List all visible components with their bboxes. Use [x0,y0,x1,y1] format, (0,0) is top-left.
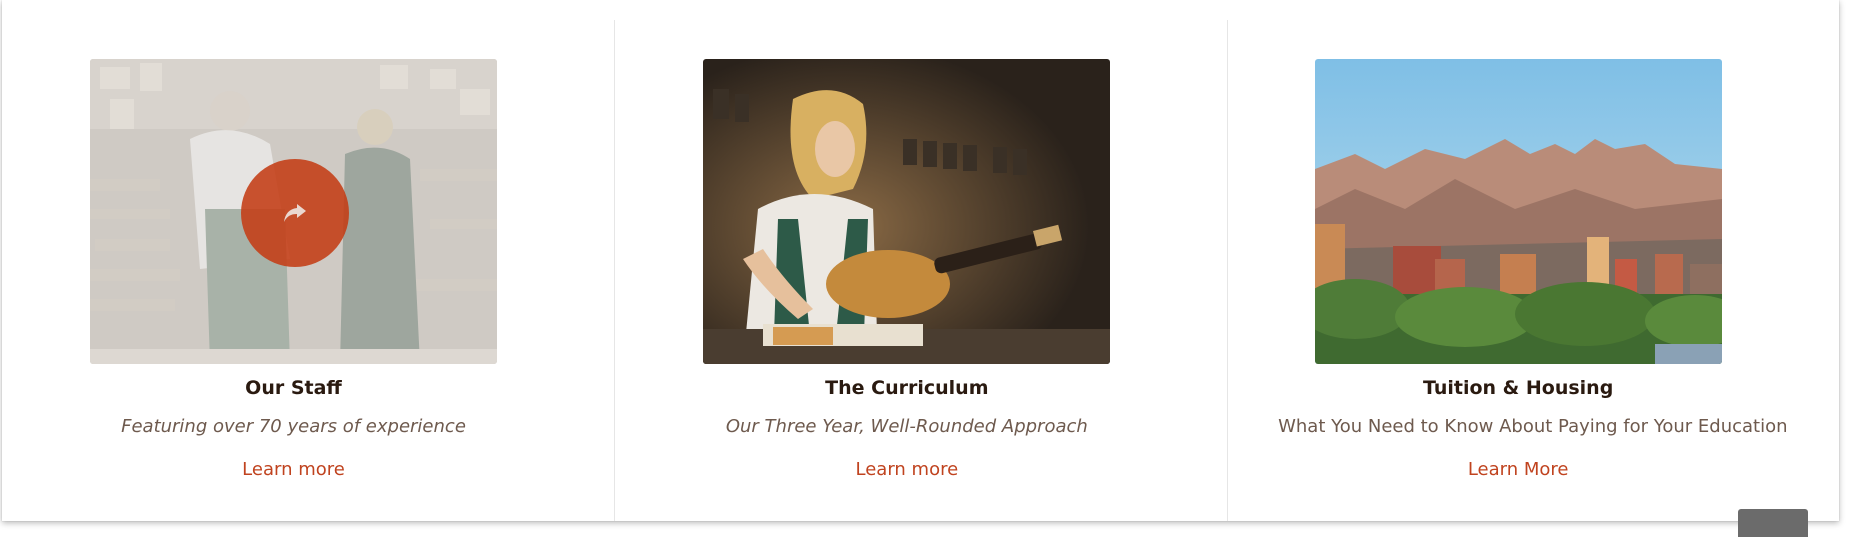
card-our-staff: Our Staff Featuring over 70 years of exp… [2,0,614,521]
staff-photo[interactable] [90,59,497,364]
card-title: The Curriculum [825,377,989,399]
staff-share-button[interactable] [241,159,349,267]
card-subtitle: Our Three Year, Well-Rounded Approach [725,416,1088,437]
curriculum-photo-image [703,59,1111,364]
card-tuition-housing: Tuition & Housing What You Need to Know … [1226,0,1839,521]
share-arrow-icon [284,204,306,222]
card-row: Our Staff Featuring over 70 years of exp… [2,0,1839,521]
content-section: Our Staff Featuring over 70 years of exp… [2,0,1839,521]
learn-more-link[interactable]: Learn more [703,459,1110,480]
card-title: Our Staff [245,377,342,399]
scroll-to-top-button[interactable] [1738,509,1808,537]
learn-more-link[interactable]: Learn more [90,459,497,480]
card-the-curriculum: The Curriculum Our Three Year, Well-Roun… [614,0,1226,521]
card-subtitle: Featuring over 70 years of experience [121,416,466,437]
learn-more-link[interactable]: Learn More [1315,459,1722,480]
card-subtitle: What You Need to Know About Paying for Y… [1278,416,1788,437]
city-mountain-photo[interactable] [1314,59,1722,364]
city-mountain-photo-image [1314,59,1722,364]
curriculum-photo[interactable] [703,59,1111,364]
card-title: Tuition & Housing [1422,377,1614,399]
